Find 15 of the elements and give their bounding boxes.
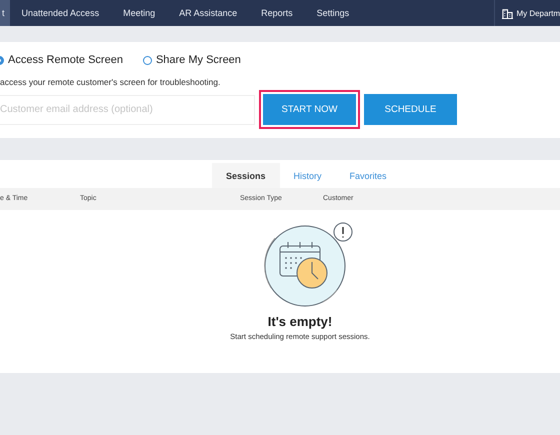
nav-tab[interactable]: AR Assistance bbox=[167, 0, 250, 26]
nav-tab[interactable]: Settings bbox=[304, 0, 362, 26]
email-input-field[interactable]: Customer email address (optional) bbox=[0, 94, 255, 124]
department-menu[interactable]: My Departm bbox=[494, 0, 560, 26]
action-button[interactable]: START NOW bbox=[263, 94, 356, 125]
nav-tab[interactable]: t bbox=[0, 0, 10, 26]
nav-tab[interactable]: Meeting bbox=[111, 0, 168, 26]
action-button[interactable]: SCHEDULE bbox=[364, 94, 457, 125]
empty-title: It's empty! bbox=[268, 314, 332, 329]
tab[interactable]: Sessions bbox=[212, 163, 280, 188]
building-icon bbox=[502, 8, 514, 18]
description-text: access your remote customer's screen for troubleshooting. bbox=[0, 77, 222, 87]
radio-circle[interactable] bbox=[142, 56, 152, 64]
nav-tab[interactable]: Reports bbox=[249, 0, 305, 26]
nav-tab[interactable]: Unattended Access bbox=[10, 0, 112, 26]
